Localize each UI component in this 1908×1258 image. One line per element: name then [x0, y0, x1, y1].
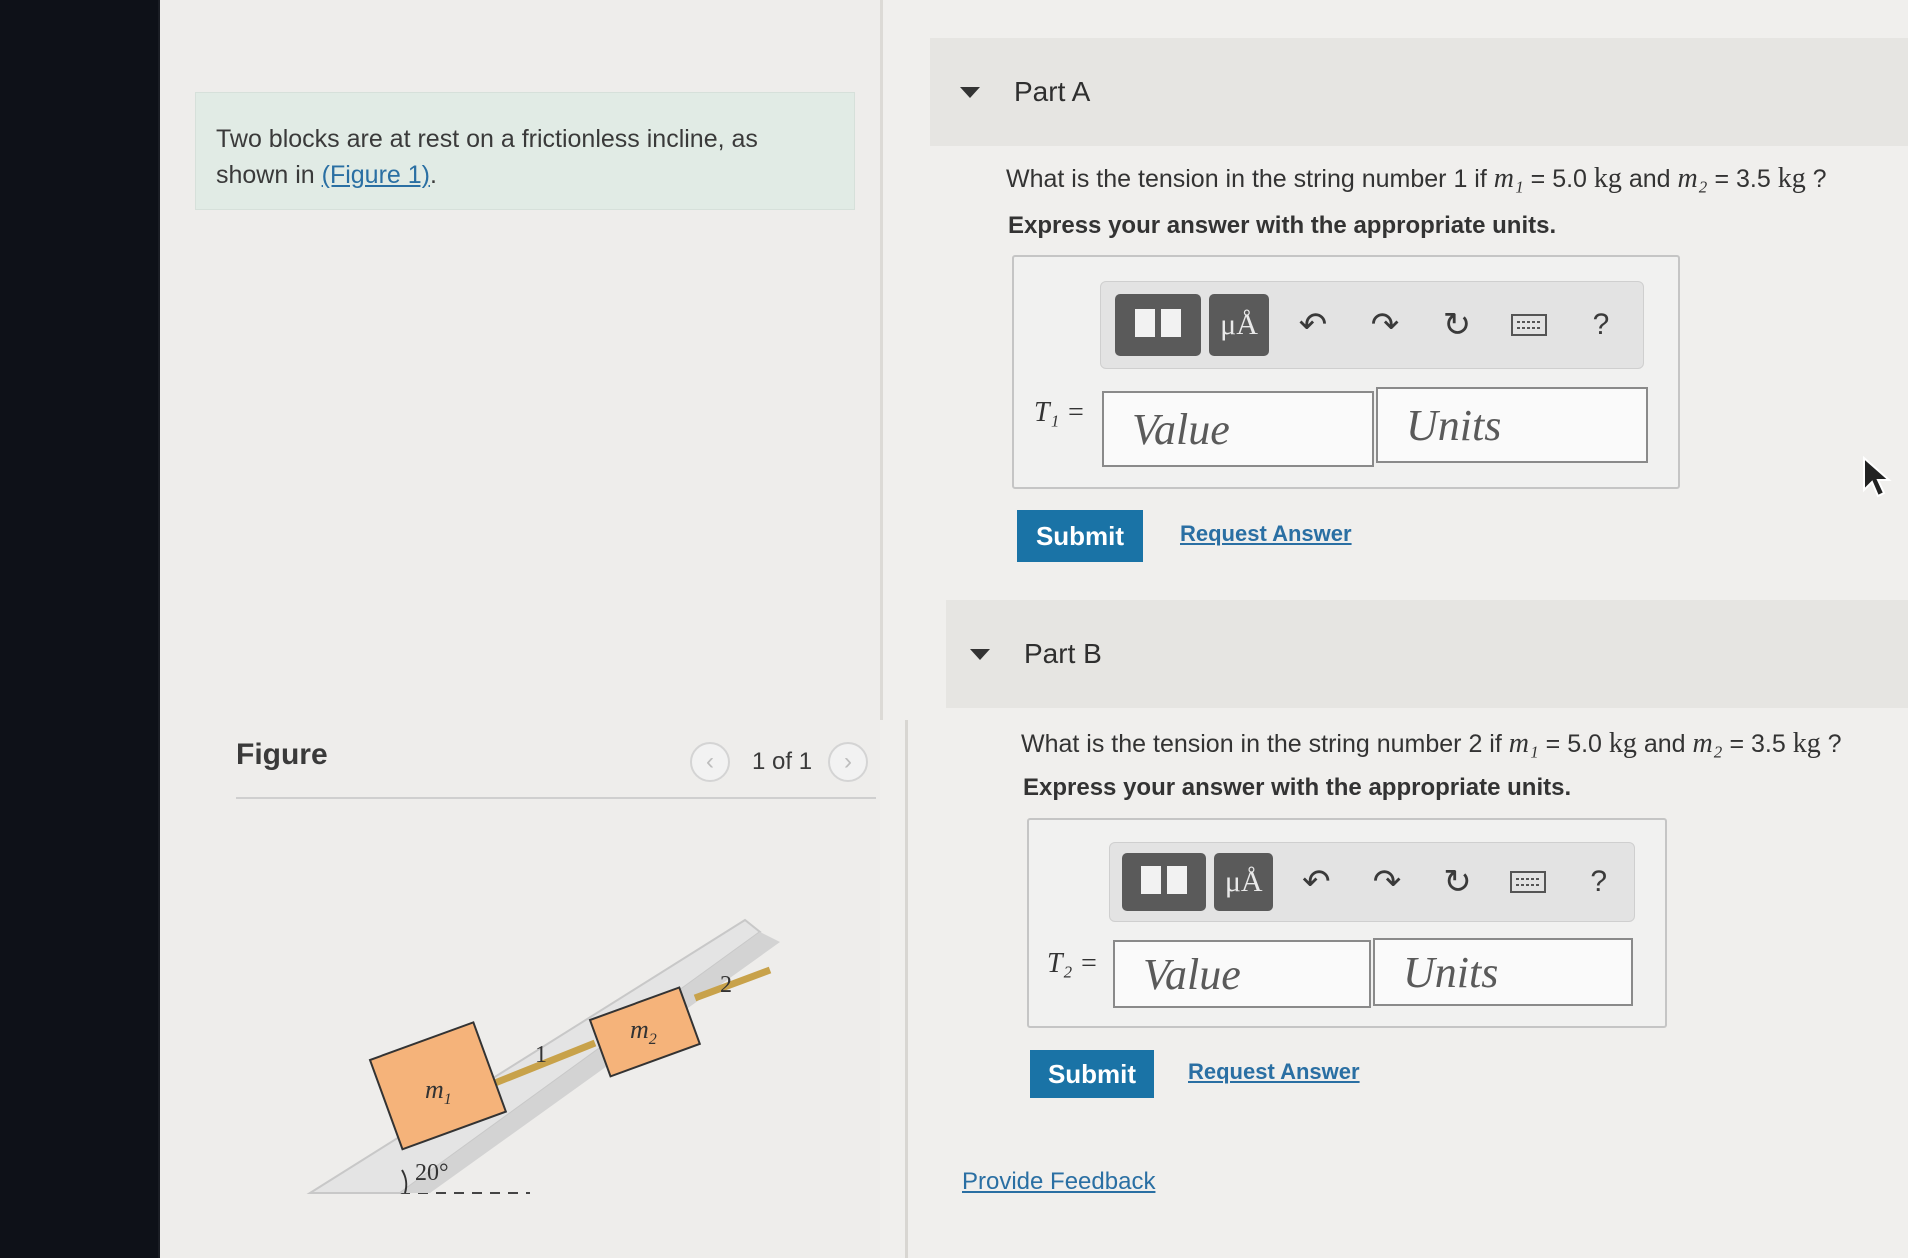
redo-button[interactable]: ↷ [1352, 862, 1423, 902]
part-b-submit-button[interactable]: Submit [1030, 1050, 1154, 1098]
undo-button[interactable]: ↶ [1277, 305, 1349, 345]
part-a-units-input[interactable] [1376, 387, 1648, 463]
units-button[interactable]: μÅ [1214, 853, 1274, 911]
collapse-caret-icon [960, 86, 980, 98]
part-a-question: What is the tension in the string number… [1006, 163, 1827, 194]
part-b-value-input[interactable] [1113, 940, 1371, 1008]
part-b-question: What is the tension in the string number… [1021, 728, 1842, 759]
provide-feedback-link[interactable]: Provide Feedback [962, 1168, 1155, 1196]
chevron-left-icon: ‹ [706, 748, 714, 775]
part-a-header[interactable]: Part A [930, 38, 1908, 146]
undo-button[interactable]: ↶ [1281, 862, 1352, 902]
part-a-value-input[interactable] [1102, 391, 1374, 467]
part-b-toolbar: μÅ ↶ ↷ ↻ ? [1109, 842, 1635, 922]
redo-button[interactable]: ↷ [1349, 305, 1421, 345]
collapse-caret-icon [970, 648, 990, 660]
keyboard-icon [1511, 313, 1547, 336]
part-a-title: Part A [1014, 76, 1091, 107]
problem-intro: Two blocks are at rest on a frictionless… [195, 92, 855, 210]
units-icon: μÅ [1220, 308, 1258, 341]
intro-text-end: . [430, 161, 437, 189]
units-button[interactable]: μÅ [1209, 294, 1269, 356]
screen-bezel [0, 0, 170, 1258]
label-string-1: 1 [535, 1042, 547, 1068]
part-b-units-input[interactable] [1373, 938, 1633, 1006]
templates-button[interactable] [1122, 853, 1207, 911]
templates-button[interactable] [1115, 294, 1201, 356]
help-icon: ? [1590, 865, 1608, 898]
undo-icon: ↶ [1298, 306, 1328, 344]
part-a-toolbar: μÅ ↶ ↷ ↻ ? [1100, 281, 1644, 369]
figure-next-button[interactable]: › [828, 742, 868, 782]
reset-icon: ↻ [1443, 863, 1472, 901]
label-string-2: 2 [720, 972, 732, 998]
panel-divider-lower [905, 720, 908, 1258]
part-b-answer-box: μÅ ↶ ↷ ↻ ? T₂ = [1027, 818, 1667, 1028]
keyboard-icon [1510, 870, 1547, 893]
units-icon: μÅ [1224, 865, 1263, 898]
help-button[interactable]: ? [1565, 308, 1637, 342]
mouse-cursor-icon [1863, 456, 1892, 498]
part-a-submit-button[interactable]: Submit [1017, 510, 1143, 562]
redo-icon: ↷ [1370, 306, 1400, 344]
part-a-answer-box: μÅ ↶ ↷ ↻ ? T₁ = [1012, 255, 1680, 489]
figure-prev-button[interactable]: ‹ [690, 742, 730, 782]
part-a-var-label: T₁ = [1034, 397, 1086, 428]
figure-header: Figure [236, 738, 328, 771]
part-b-title: Part B [1024, 638, 1102, 669]
part-a-request-answer-link[interactable]: Request Answer [1180, 521, 1352, 547]
part-a-instruction: Express your answer with the appropriate… [1008, 212, 1557, 239]
incline-figure: m1 m2 1 2 20° [306, 918, 780, 1194]
templates-icon [1138, 865, 1190, 899]
figure-link[interactable]: (Figure 1) [322, 161, 430, 189]
part-b-header[interactable]: Part B [946, 600, 1908, 708]
part-b-request-answer-link[interactable]: Request Answer [1188, 1059, 1360, 1085]
keyboard-button[interactable] [1493, 306, 1565, 345]
figure-rule [236, 797, 876, 799]
help-icon: ? [1592, 308, 1610, 341]
reset-button[interactable]: ↻ [1422, 862, 1493, 902]
part-b-var-label: T₂ = [1047, 948, 1099, 979]
templates-icon [1132, 308, 1184, 342]
undo-icon: ↶ [1302, 863, 1331, 901]
keyboard-button[interactable] [1493, 863, 1564, 902]
label-angle: 20° [415, 1160, 449, 1186]
reset-button[interactable]: ↻ [1421, 305, 1493, 345]
panel-divider [880, 0, 883, 720]
part-b-instruction: Express your answer with the appropriate… [1023, 774, 1572, 801]
chevron-right-icon: › [844, 748, 852, 775]
reset-icon: ↻ [1442, 306, 1472, 344]
redo-icon: ↷ [1372, 863, 1402, 901]
figure-count: 1 of 1 [752, 748, 813, 775]
intro-text: Two blocks are at rest on a frictionless… [216, 125, 758, 189]
help-button[interactable]: ? [1563, 865, 1634, 899]
